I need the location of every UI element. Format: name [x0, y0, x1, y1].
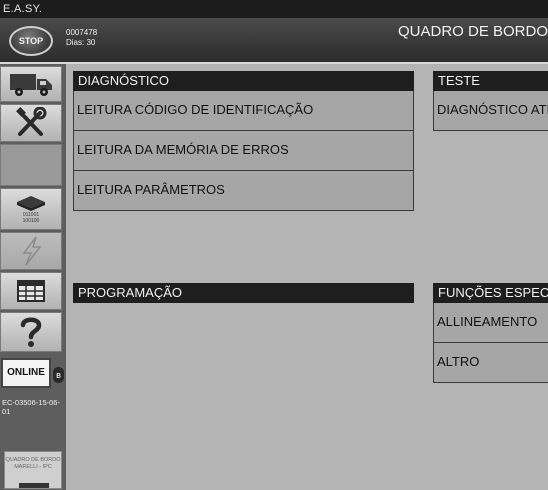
- question-mark-icon: [20, 317, 42, 347]
- window-title: E.A.SY.: [0, 0, 548, 18]
- ecu-chip-icon: [17, 196, 45, 211]
- truck-icon: [10, 74, 52, 96]
- menu-item-other[interactable]: ALTRO: [433, 343, 548, 383]
- sidebar: 011001 100100 ONLINE ʙ EC-03506-15-06-01…: [0, 64, 66, 490]
- panel-programacao-title: PROGRAMAÇÃO: [73, 283, 414, 303]
- ecu-code: EC-03506-15-06-01: [2, 398, 60, 416]
- menu-item-alignment[interactable]: ALLINEAMENTO: [433, 303, 548, 343]
- panel-diagnostico: DIAGNÓSTICO LEITURA CÓDIGO DE IDENTIFICA…: [73, 71, 414, 211]
- lightning-icon: [22, 236, 42, 266]
- tools-button[interactable]: [0, 104, 62, 142]
- bluetooth-icon: ʙ: [53, 367, 64, 383]
- page-title: QUADRO DE BORDO: [398, 23, 548, 40]
- menu-item-read-errors[interactable]: LEITURA DA MEMÓRIA DE ERROS: [73, 131, 414, 171]
- vehicle-button[interactable]: [0, 66, 62, 102]
- session-code: 0007478: [66, 28, 98, 37]
- session-days: Dias: 30: [66, 38, 96, 47]
- table-button[interactable]: [0, 272, 62, 310]
- panel-teste: TESTE DIAGNÓSTICO ATIVO: [433, 71, 548, 131]
- app-window: E.A.SY. STOP 0007478 Dias: 30 QUADRO DE …: [0, 0, 548, 490]
- ecu-card-bar: [19, 483, 49, 488]
- panel-teste-title: TESTE: [433, 71, 548, 91]
- tools-icon: [16, 107, 47, 136]
- header-bar: STOP 0007478 Dias: 30 QUADRO DE BORDO: [0, 18, 548, 64]
- ecu-info-card: QUADRO DE BORDO MARELLI - IPC: [4, 451, 62, 489]
- session-info: 0007478 Dias: 30: [66, 28, 97, 48]
- menu-item-active-diagnostic[interactable]: DIAGNÓSTICO ATIVO: [433, 91, 548, 131]
- chip-binary-text: 011001 100100: [22, 212, 40, 224]
- panel-programacao: PROGRAMAÇÃO: [73, 283, 414, 303]
- stop-button[interactable]: STOP: [9, 26, 53, 56]
- ecu-button[interactable]: 011001 100100: [0, 188, 62, 230]
- empty-slot: [0, 144, 62, 186]
- menu-item-read-parameters[interactable]: LEITURA PARÂMETROS: [73, 171, 414, 211]
- panel-diagnostico-title: DIAGNÓSTICO: [73, 71, 414, 91]
- panel-funcoes-especiais: FUNÇÕES ESPECIAIS ALLINEAMENTO ALTRO: [433, 283, 548, 383]
- ecu-card-text: QUADRO DE BORDO MARELLI - IPC: [5, 457, 61, 470]
- flash-button[interactable]: [0, 232, 62, 270]
- panel-funcoes-title: FUNÇÕES ESPECIAIS: [433, 283, 548, 303]
- online-status-button[interactable]: ONLINE: [1, 358, 51, 388]
- help-button[interactable]: [0, 312, 62, 352]
- table-icon: [17, 280, 45, 302]
- menu-item-read-id[interactable]: LEITURA CÓDIGO DE IDENTIFICAÇÃO: [73, 91, 414, 131]
